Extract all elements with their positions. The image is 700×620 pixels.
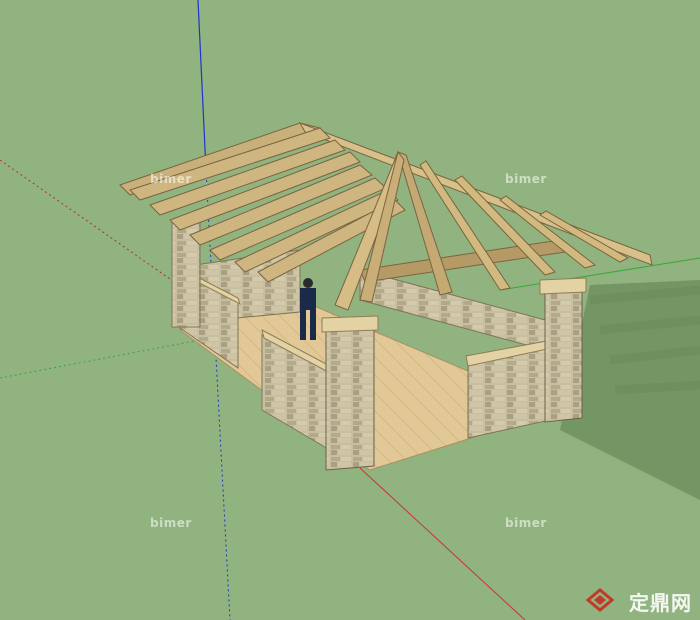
pillar-front-left: [325, 321, 375, 471]
watermark: bimer: [150, 516, 192, 530]
pavilion-scene: [0, 0, 700, 620]
watermark: bimer: [505, 172, 547, 186]
pillar-front-right: [544, 283, 583, 423]
green-axis-dotted: [0, 339, 201, 379]
watermark: bimer: [150, 172, 192, 186]
watermark: bimer: [505, 516, 547, 530]
brand-mark: 定鼎网: [595, 587, 692, 616]
pillar-front-right-cap: [539, 277, 587, 295]
blue-axis: [197, 0, 207, 171]
model-viewport[interactable]: bimer bimer bimer bimer 定鼎网: [0, 0, 700, 620]
pillar-front-left-cap: [321, 315, 379, 333]
brand-text: 定鼎网: [629, 591, 692, 615]
red-axis: [359, 467, 526, 620]
